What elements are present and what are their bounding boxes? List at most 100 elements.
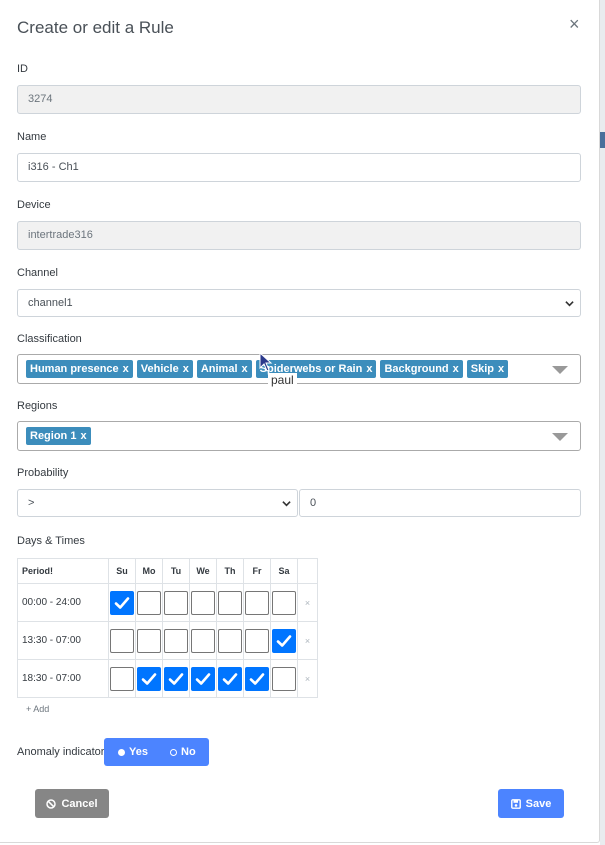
remove-tag-button[interactable]: x	[183, 363, 189, 375]
day-checkbox-we[interactable]	[191, 666, 215, 691]
day-checkbox-tu[interactable]	[164, 628, 188, 653]
classification-tag: Animal x	[196, 360, 252, 378]
modal-title: Create or edit a Rule	[17, 18, 174, 37]
anomaly-no-option[interactable]: No	[156, 746, 208, 758]
day-cell	[135, 659, 163, 698]
save-icon	[510, 798, 521, 809]
day-cell	[270, 583, 298, 622]
days-times-label: Days & Times	[17, 535, 85, 547]
anomaly-yes-label: Yes	[129, 746, 148, 758]
day-checkbox-tu[interactable]	[164, 590, 188, 615]
anomaly-yes-option[interactable]: Yes	[104, 746, 156, 758]
device-label: Device	[17, 199, 51, 211]
channel-value: channel1	[28, 297, 73, 309]
day-checkbox-fr[interactable]	[245, 590, 269, 615]
day-cell	[243, 621, 271, 660]
day-cell	[216, 659, 244, 698]
remove-tag-button[interactable]: x	[366, 363, 372, 375]
day-cell	[135, 583, 163, 622]
regions-multiselect[interactable]: Region 1x	[17, 421, 581, 451]
region-tag: Region 1x	[26, 427, 91, 445]
anomaly-label: Anomaly indicator	[17, 746, 105, 758]
day-checkbox-th[interactable]	[218, 628, 242, 653]
day-checkbox-tu[interactable]	[164, 666, 188, 691]
background-accent	[600, 132, 605, 148]
day-checkbox-mo[interactable]	[137, 628, 161, 653]
name-label: Name	[17, 131, 47, 143]
remove-tag-button[interactable]: x	[80, 430, 86, 442]
probability-label: Probability	[17, 467, 69, 479]
day-checkbox-su[interactable]	[110, 666, 134, 691]
background-page-strip	[600, 0, 605, 845]
remove-period-button[interactable]: ×	[297, 659, 318, 698]
day-cell	[243, 583, 271, 622]
day-cell	[216, 621, 244, 660]
day-header: Fr	[243, 558, 271, 584]
device-field: intertrade316	[17, 221, 581, 250]
save-button[interactable]: Save	[498, 789, 564, 818]
remove-tag-button[interactable]: x	[498, 363, 504, 375]
day-checkbox-sa[interactable]	[272, 590, 296, 615]
day-checkbox-mo[interactable]	[137, 590, 161, 615]
dropdown-caret-icon[interactable]	[552, 366, 568, 374]
probability-operator-value: >	[28, 497, 35, 509]
channel-select[interactable]: channel1	[17, 289, 581, 317]
day-cell	[162, 659, 190, 698]
day-checkbox-su[interactable]	[110, 628, 134, 653]
remove-tag-button[interactable]: x	[242, 363, 248, 375]
close-button[interactable]: ×	[569, 15, 580, 33]
day-header: We	[189, 558, 217, 584]
schedule-row: 13:30 - 07:00 ×	[17, 621, 318, 660]
day-cell	[108, 621, 136, 660]
id-label: ID	[17, 63, 28, 75]
day-checkbox-we[interactable]	[191, 590, 215, 615]
cancel-button[interactable]: Cancel	[35, 789, 109, 818]
day-checkbox-sa[interactable]	[272, 666, 296, 691]
day-header: Sa	[270, 558, 298, 584]
schedule-time[interactable]: 13:30 - 07:00	[17, 621, 109, 660]
day-cell	[189, 583, 217, 622]
day-checkbox-we[interactable]	[191, 628, 215, 653]
schedule-time[interactable]: 00:00 - 24:00	[17, 583, 109, 622]
day-checkbox-th[interactable]	[218, 590, 242, 615]
schedule-table: Period! Su Mo Tu We Th Fr Sa 00:00 - 24:…	[17, 558, 318, 698]
day-checkbox-mo[interactable]	[137, 666, 161, 691]
day-cell	[270, 659, 298, 698]
anomaly-toggle: Yes No	[104, 738, 209, 766]
name-input[interactable]: i316 - Ch1	[17, 153, 581, 182]
day-checkbox-sa[interactable]	[272, 628, 296, 653]
classification-tag: Skip x	[466, 360, 509, 378]
classification-tag: Background x	[380, 360, 463, 378]
day-header: Su	[108, 558, 136, 584]
remove-tag-button[interactable]: x	[453, 363, 459, 375]
radio-selected-icon	[118, 748, 125, 756]
cancel-label: Cancel	[61, 797, 98, 810]
remove-period-button[interactable]: ×	[297, 583, 318, 622]
save-label: Save	[525, 797, 552, 810]
probability-operator-select[interactable]: >	[17, 489, 298, 517]
schedule-time[interactable]: 18:30 - 07:00	[17, 659, 109, 698]
dropdown-caret-icon[interactable]	[552, 433, 568, 441]
add-period-link[interactable]: + Add	[26, 704, 49, 714]
remove-tag-button[interactable]: x	[123, 363, 129, 375]
chevron-down-icon	[565, 301, 574, 307]
day-cell	[108, 583, 136, 622]
rule-modal: Create or edit a Rule × ID 3274 Name i31…	[0, 0, 600, 843]
classification-multiselect[interactable]: Human presence x Vehicle x Animal x Spiderw…	[17, 354, 581, 384]
day-checkbox-su[interactable]	[110, 590, 134, 615]
day-cell	[216, 583, 244, 622]
id-field: 3274	[17, 85, 581, 114]
regions-label: Regions	[17, 400, 58, 412]
remove-period-button[interactable]: ×	[297, 621, 318, 660]
classification-label: Classification	[17, 333, 82, 345]
probability-input[interactable]: 0	[299, 489, 581, 517]
anomaly-no-label: No	[181, 746, 196, 758]
schedule-row: 00:00 - 24:00 ×	[17, 583, 318, 622]
chevron-down-icon	[282, 501, 291, 507]
day-cell	[162, 621, 190, 660]
day-checkbox-fr[interactable]	[245, 666, 269, 691]
ban-icon	[46, 798, 57, 809]
day-cell	[189, 659, 217, 698]
day-checkbox-th[interactable]	[218, 666, 242, 691]
day-checkbox-fr[interactable]	[245, 628, 269, 653]
